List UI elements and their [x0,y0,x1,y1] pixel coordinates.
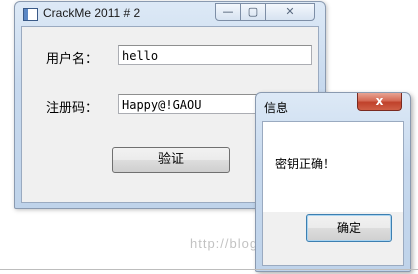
message-box: 信息 x 密钥正确！ 确定 [255,92,411,272]
ok-button[interactable]: 确定 [306,214,392,242]
close-button[interactable]: ✕ [265,3,315,21]
maximize-button[interactable]: ▢ [240,3,266,21]
message-box-close-button[interactable]: x [357,93,402,111]
window-title: CrackMe 2011 # 2 [43,6,141,20]
message-box-client: 密钥正确！ 确定 [262,121,404,266]
username-input[interactable]: hello [118,45,312,65]
message-body: 密钥正确！ [263,122,403,212]
minimize-button[interactable]: — [215,3,241,21]
regcode-label: 注册码： [46,101,99,116]
verify-button[interactable]: 验证 [112,147,230,173]
username-label: 用户名： [46,52,99,67]
bottom-divider [0,269,418,270]
message-box-title: 信息 [264,101,289,115]
message-text: 密钥正确！ [275,157,336,171]
app-window-icon [23,8,38,21]
